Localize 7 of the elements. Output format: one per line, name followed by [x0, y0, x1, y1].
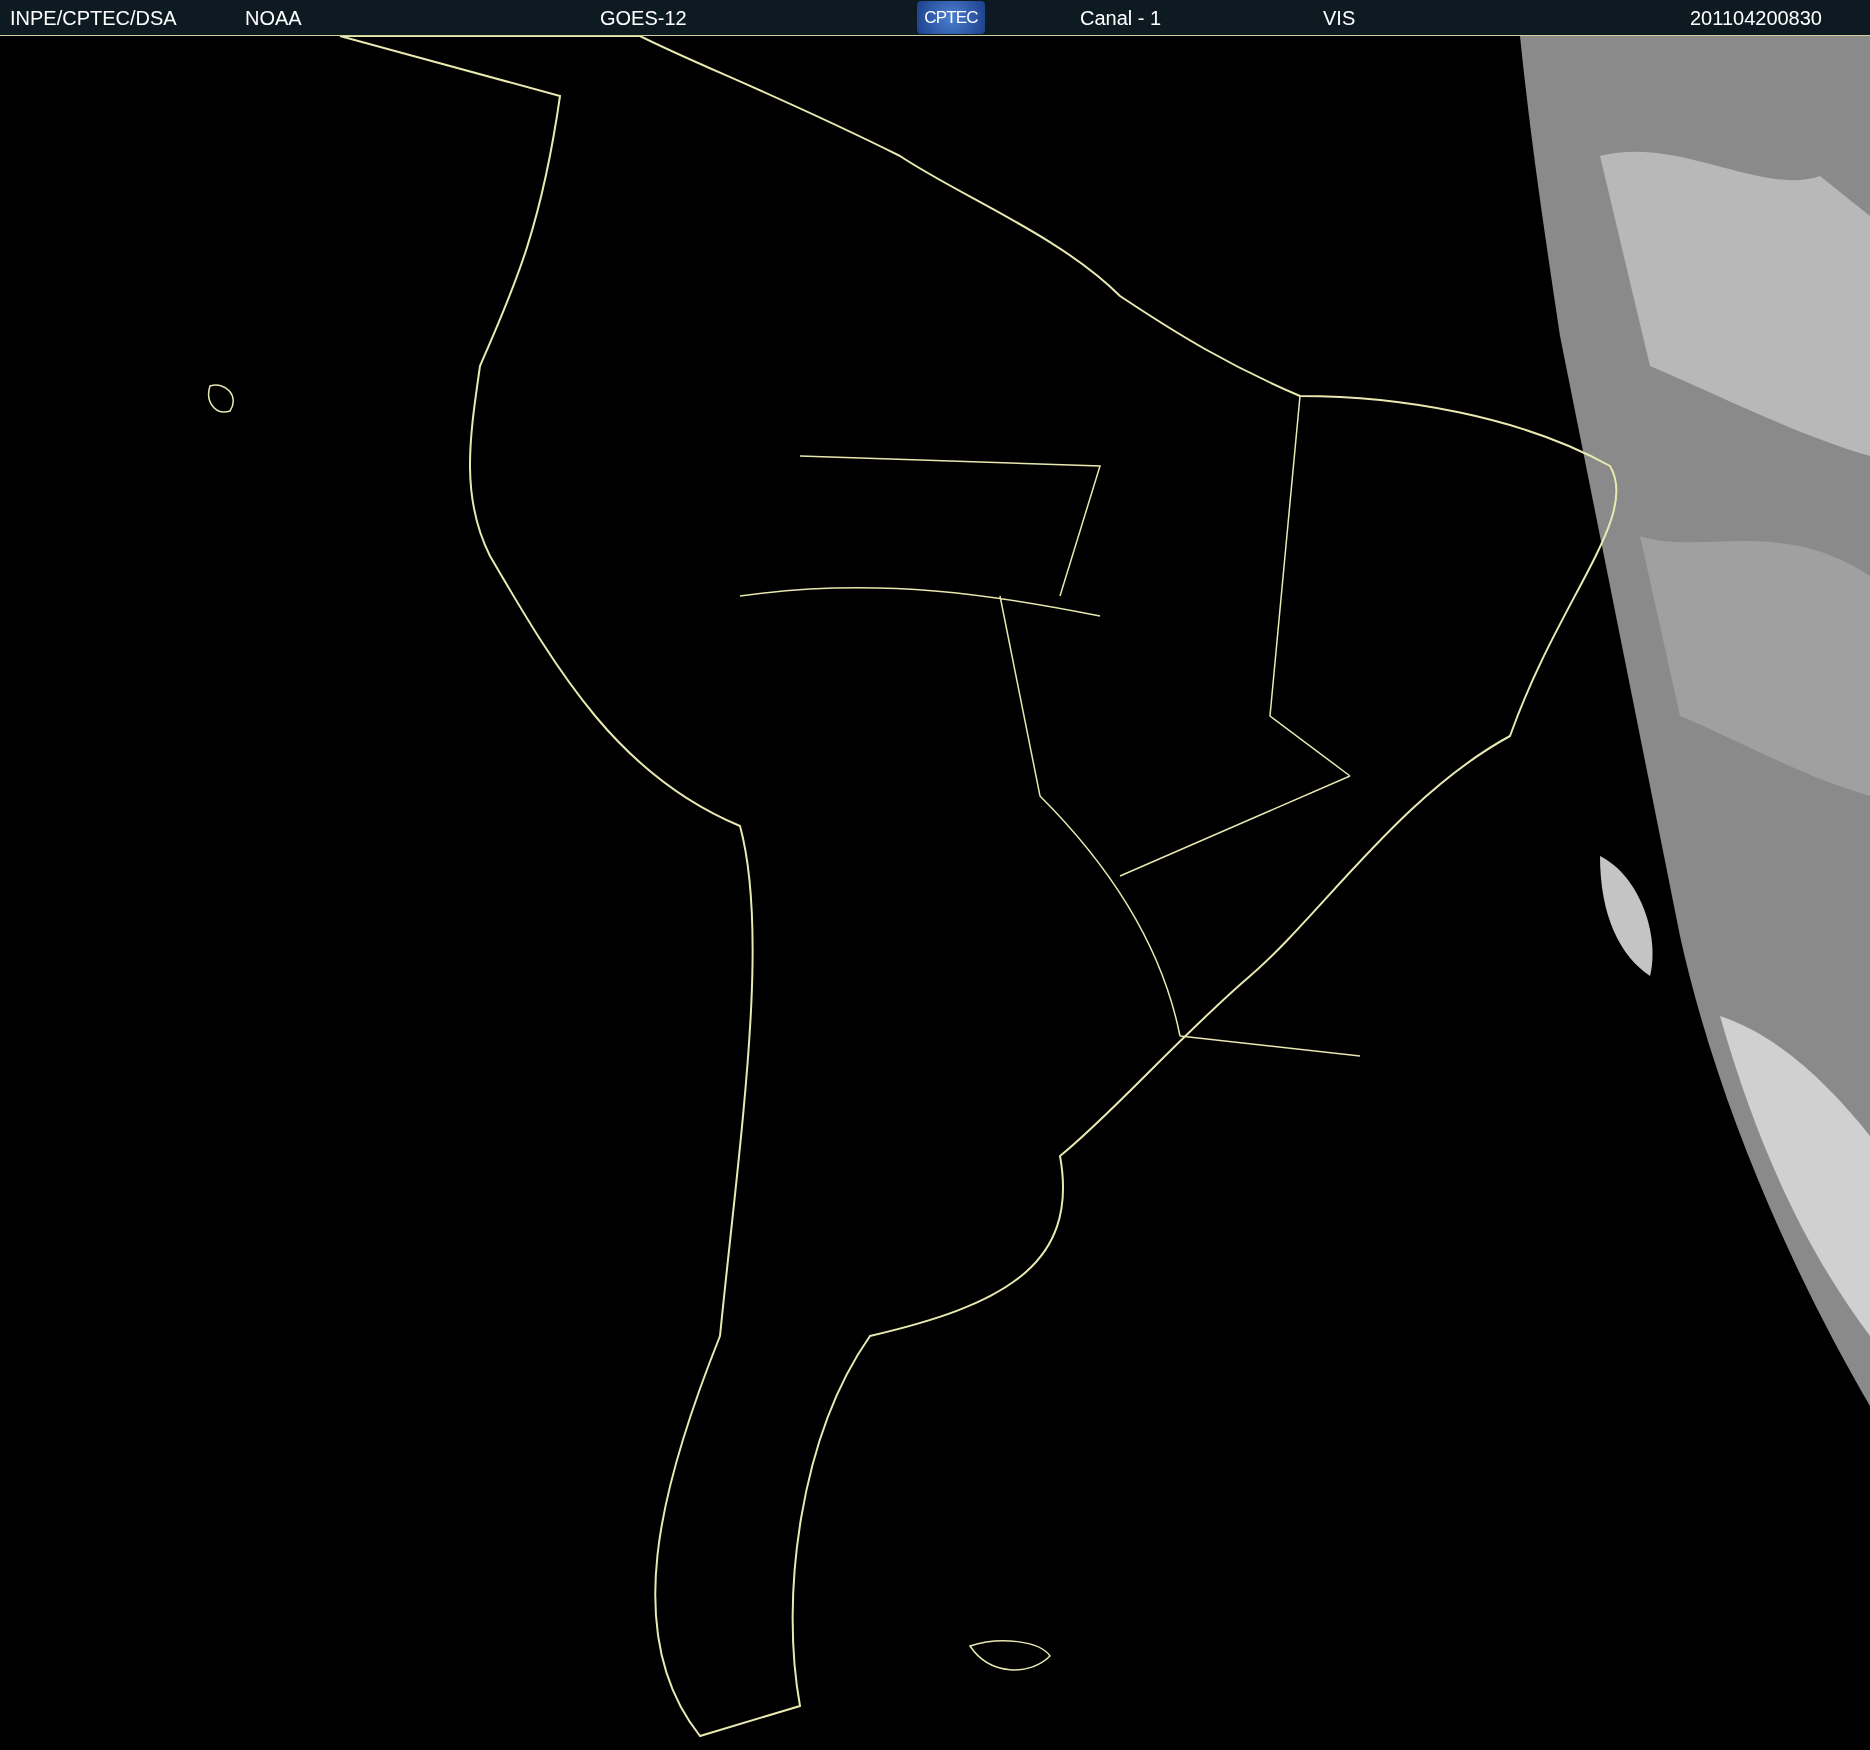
header-label: NOAA: [245, 7, 302, 29]
header-label: VIS: [1323, 7, 1356, 29]
header-label: GOES-12: [600, 7, 687, 29]
header-label: Canal - 1: [1080, 7, 1162, 29]
logo: CPTEC: [917, 1, 985, 34]
header-label: 201104200830: [1690, 7, 1822, 29]
header-label: INPE/CPTEC/DSA: [10, 7, 177, 29]
